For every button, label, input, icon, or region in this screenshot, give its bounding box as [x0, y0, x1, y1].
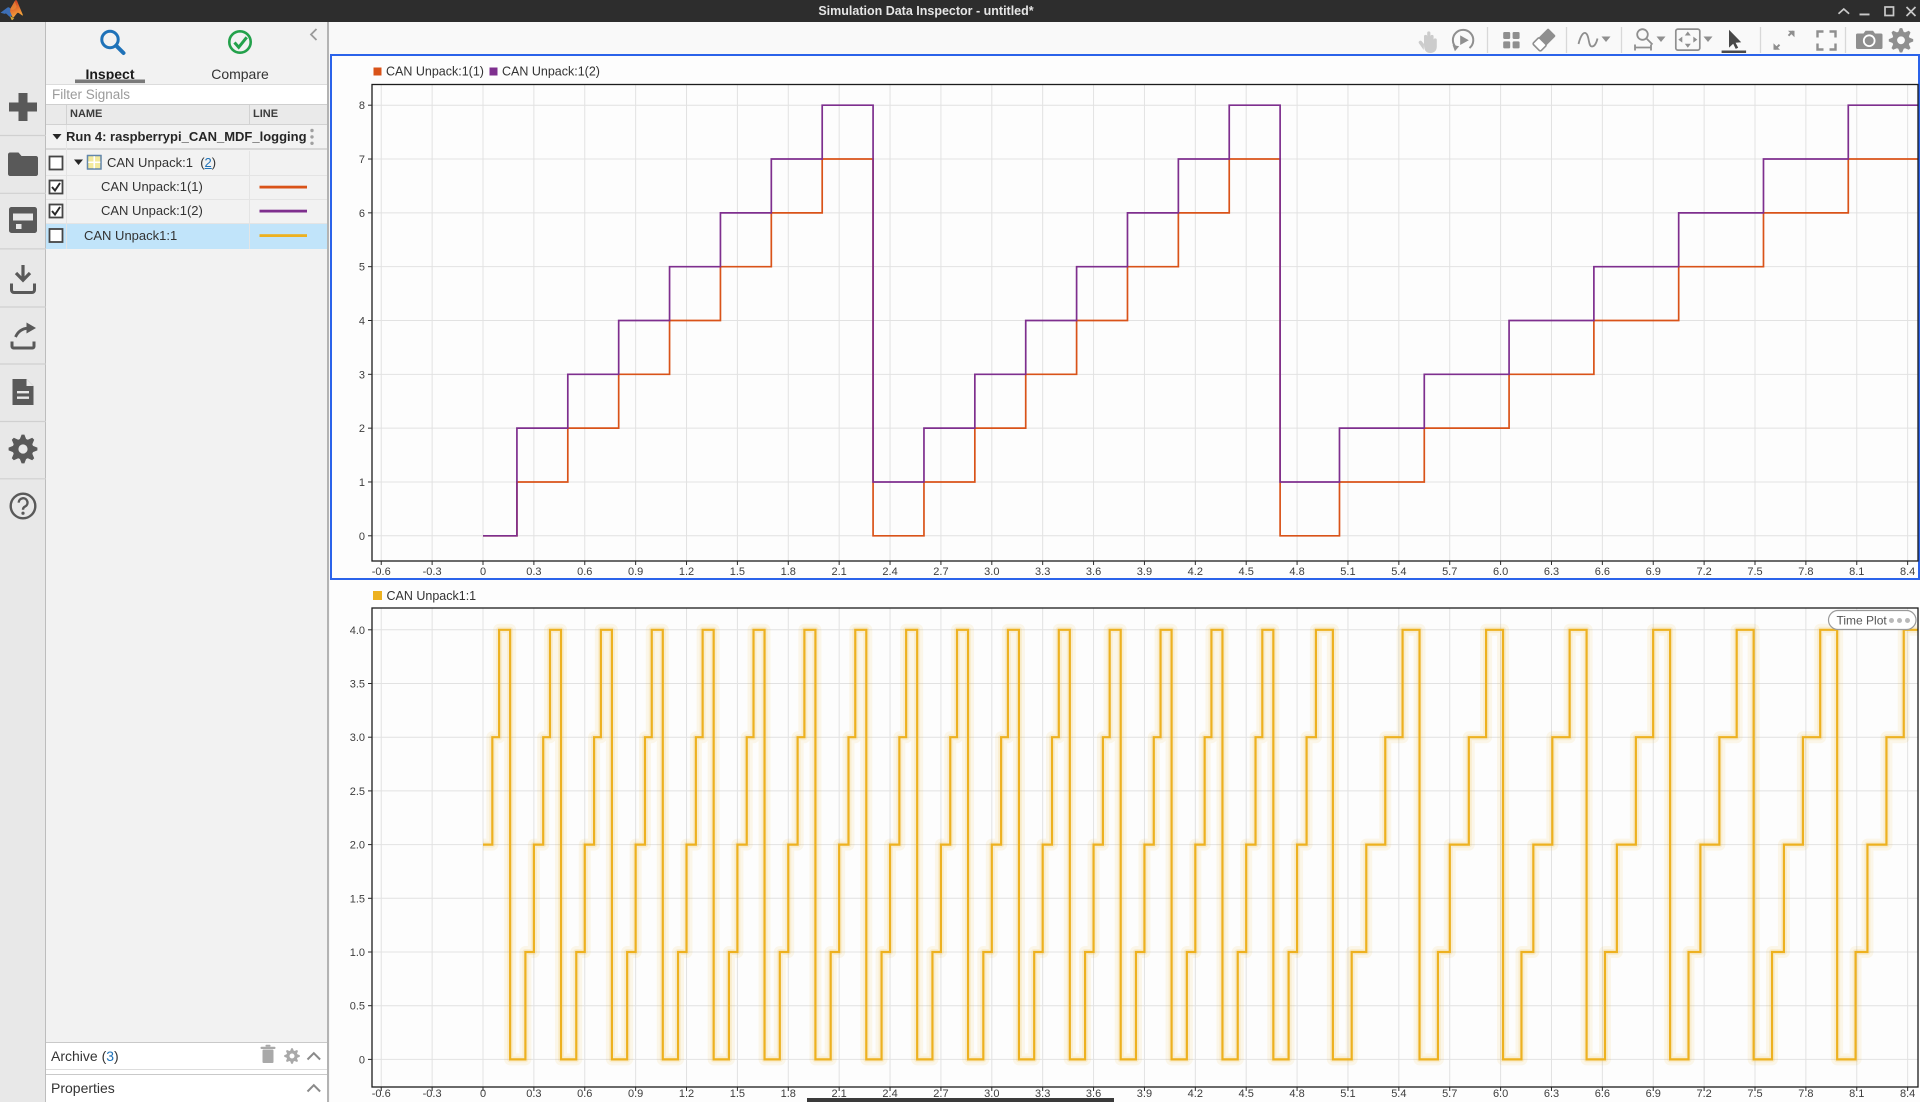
- svg-text:Time Plot: Time Plot: [1837, 614, 1888, 628]
- svg-text:1.0: 1.0: [350, 947, 365, 959]
- svg-text:5.1: 5.1: [1340, 566, 1355, 578]
- svg-text:5.7: 5.7: [1442, 1088, 1457, 1100]
- svg-text:1.8: 1.8: [781, 566, 796, 578]
- svg-text:2.7: 2.7: [933, 566, 948, 578]
- svg-text:2.0: 2.0: [350, 840, 365, 852]
- svg-text:5.1: 5.1: [1340, 1088, 1355, 1100]
- svg-text:3.6: 3.6: [1086, 566, 1101, 578]
- svg-text:4.2: 4.2: [1188, 566, 1203, 578]
- svg-text:1.5: 1.5: [730, 566, 745, 578]
- svg-text:0: 0: [480, 1088, 486, 1100]
- svg-text:1.5: 1.5: [350, 893, 365, 905]
- svg-text:1: 1: [359, 477, 365, 489]
- svg-text:0.6: 0.6: [577, 566, 592, 578]
- svg-text:4.8: 4.8: [1289, 566, 1304, 578]
- svg-text:8.4: 8.4: [1900, 1088, 1915, 1100]
- svg-text:1.2: 1.2: [679, 566, 694, 578]
- svg-text:3.9: 3.9: [1137, 566, 1152, 578]
- svg-text:5.7: 5.7: [1442, 566, 1457, 578]
- svg-text:6.6: 6.6: [1595, 1088, 1610, 1100]
- svg-text:8.4: 8.4: [1900, 566, 1915, 578]
- svg-text:8.1: 8.1: [1849, 1088, 1864, 1100]
- svg-text:2: 2: [359, 423, 365, 435]
- svg-text:CAN Unpack1:1: CAN Unpack1:1: [387, 589, 477, 603]
- svg-text:4: 4: [359, 316, 365, 328]
- svg-text:-0.6: -0.6: [372, 1088, 391, 1100]
- svg-text:6.0: 6.0: [1493, 1088, 1508, 1100]
- svg-text:-0.3: -0.3: [423, 1088, 442, 1100]
- svg-text:0: 0: [480, 566, 486, 578]
- svg-text:1.8: 1.8: [781, 1088, 796, 1100]
- svg-text:6.9: 6.9: [1646, 566, 1661, 578]
- svg-text:2.1: 2.1: [832, 566, 847, 578]
- svg-text:3.9: 3.9: [1137, 1088, 1152, 1100]
- svg-text:6.0: 6.0: [1493, 566, 1508, 578]
- svg-text:-0.6: -0.6: [372, 566, 391, 578]
- svg-text:3.0: 3.0: [984, 566, 999, 578]
- svg-text:5.4: 5.4: [1391, 1088, 1406, 1100]
- svg-text:0.3: 0.3: [526, 1088, 541, 1100]
- svg-text:5.4: 5.4: [1391, 566, 1406, 578]
- svg-text:0.5: 0.5: [350, 1001, 365, 1013]
- svg-text:4.2: 4.2: [1188, 1088, 1203, 1100]
- svg-text:7.2: 7.2: [1696, 566, 1711, 578]
- svg-text:1.5: 1.5: [730, 1088, 745, 1100]
- svg-text:4.5: 4.5: [1239, 1088, 1254, 1100]
- svg-text:7.8: 7.8: [1798, 566, 1813, 578]
- svg-text:0.9: 0.9: [628, 566, 643, 578]
- svg-text:1.2: 1.2: [679, 1088, 694, 1100]
- svg-text:6: 6: [359, 208, 365, 220]
- svg-text:0.3: 0.3: [526, 566, 541, 578]
- svg-text:7.5: 7.5: [1747, 1088, 1762, 1100]
- svg-text:7.8: 7.8: [1798, 1088, 1813, 1100]
- svg-text:0.9: 0.9: [628, 1088, 643, 1100]
- svg-text:-0.3: -0.3: [423, 566, 442, 578]
- svg-text:2.4: 2.4: [882, 566, 897, 578]
- svg-text:6.6: 6.6: [1595, 566, 1610, 578]
- svg-text:6.3: 6.3: [1544, 1088, 1559, 1100]
- svg-text:8.1: 8.1: [1849, 566, 1864, 578]
- svg-text:7.2: 7.2: [1696, 1088, 1711, 1100]
- svg-text:6.3: 6.3: [1544, 566, 1559, 578]
- svg-text:CAN Unpack:1(2): CAN Unpack:1(2): [502, 65, 600, 79]
- svg-text:4.8: 4.8: [1289, 1088, 1304, 1100]
- svg-text:5: 5: [359, 262, 365, 274]
- svg-text:4.5: 4.5: [1239, 566, 1254, 578]
- svg-text:7.5: 7.5: [1747, 566, 1762, 578]
- svg-text:0: 0: [359, 531, 365, 543]
- svg-text:7: 7: [359, 154, 365, 166]
- svg-text:8: 8: [359, 100, 365, 112]
- svg-text:6.9: 6.9: [1646, 1088, 1661, 1100]
- svg-text:0: 0: [359, 1054, 365, 1066]
- svg-text:CAN Unpack:1(1): CAN Unpack:1(1): [386, 65, 484, 79]
- svg-text:3: 3: [359, 369, 365, 381]
- svg-text:3.0: 3.0: [350, 732, 365, 744]
- svg-text:2.5: 2.5: [350, 786, 365, 798]
- svg-text:3.3: 3.3: [1035, 566, 1050, 578]
- svg-text:3.5: 3.5: [350, 679, 365, 691]
- svg-text:0.6: 0.6: [577, 1088, 592, 1100]
- svg-text:4.0: 4.0: [350, 625, 365, 637]
